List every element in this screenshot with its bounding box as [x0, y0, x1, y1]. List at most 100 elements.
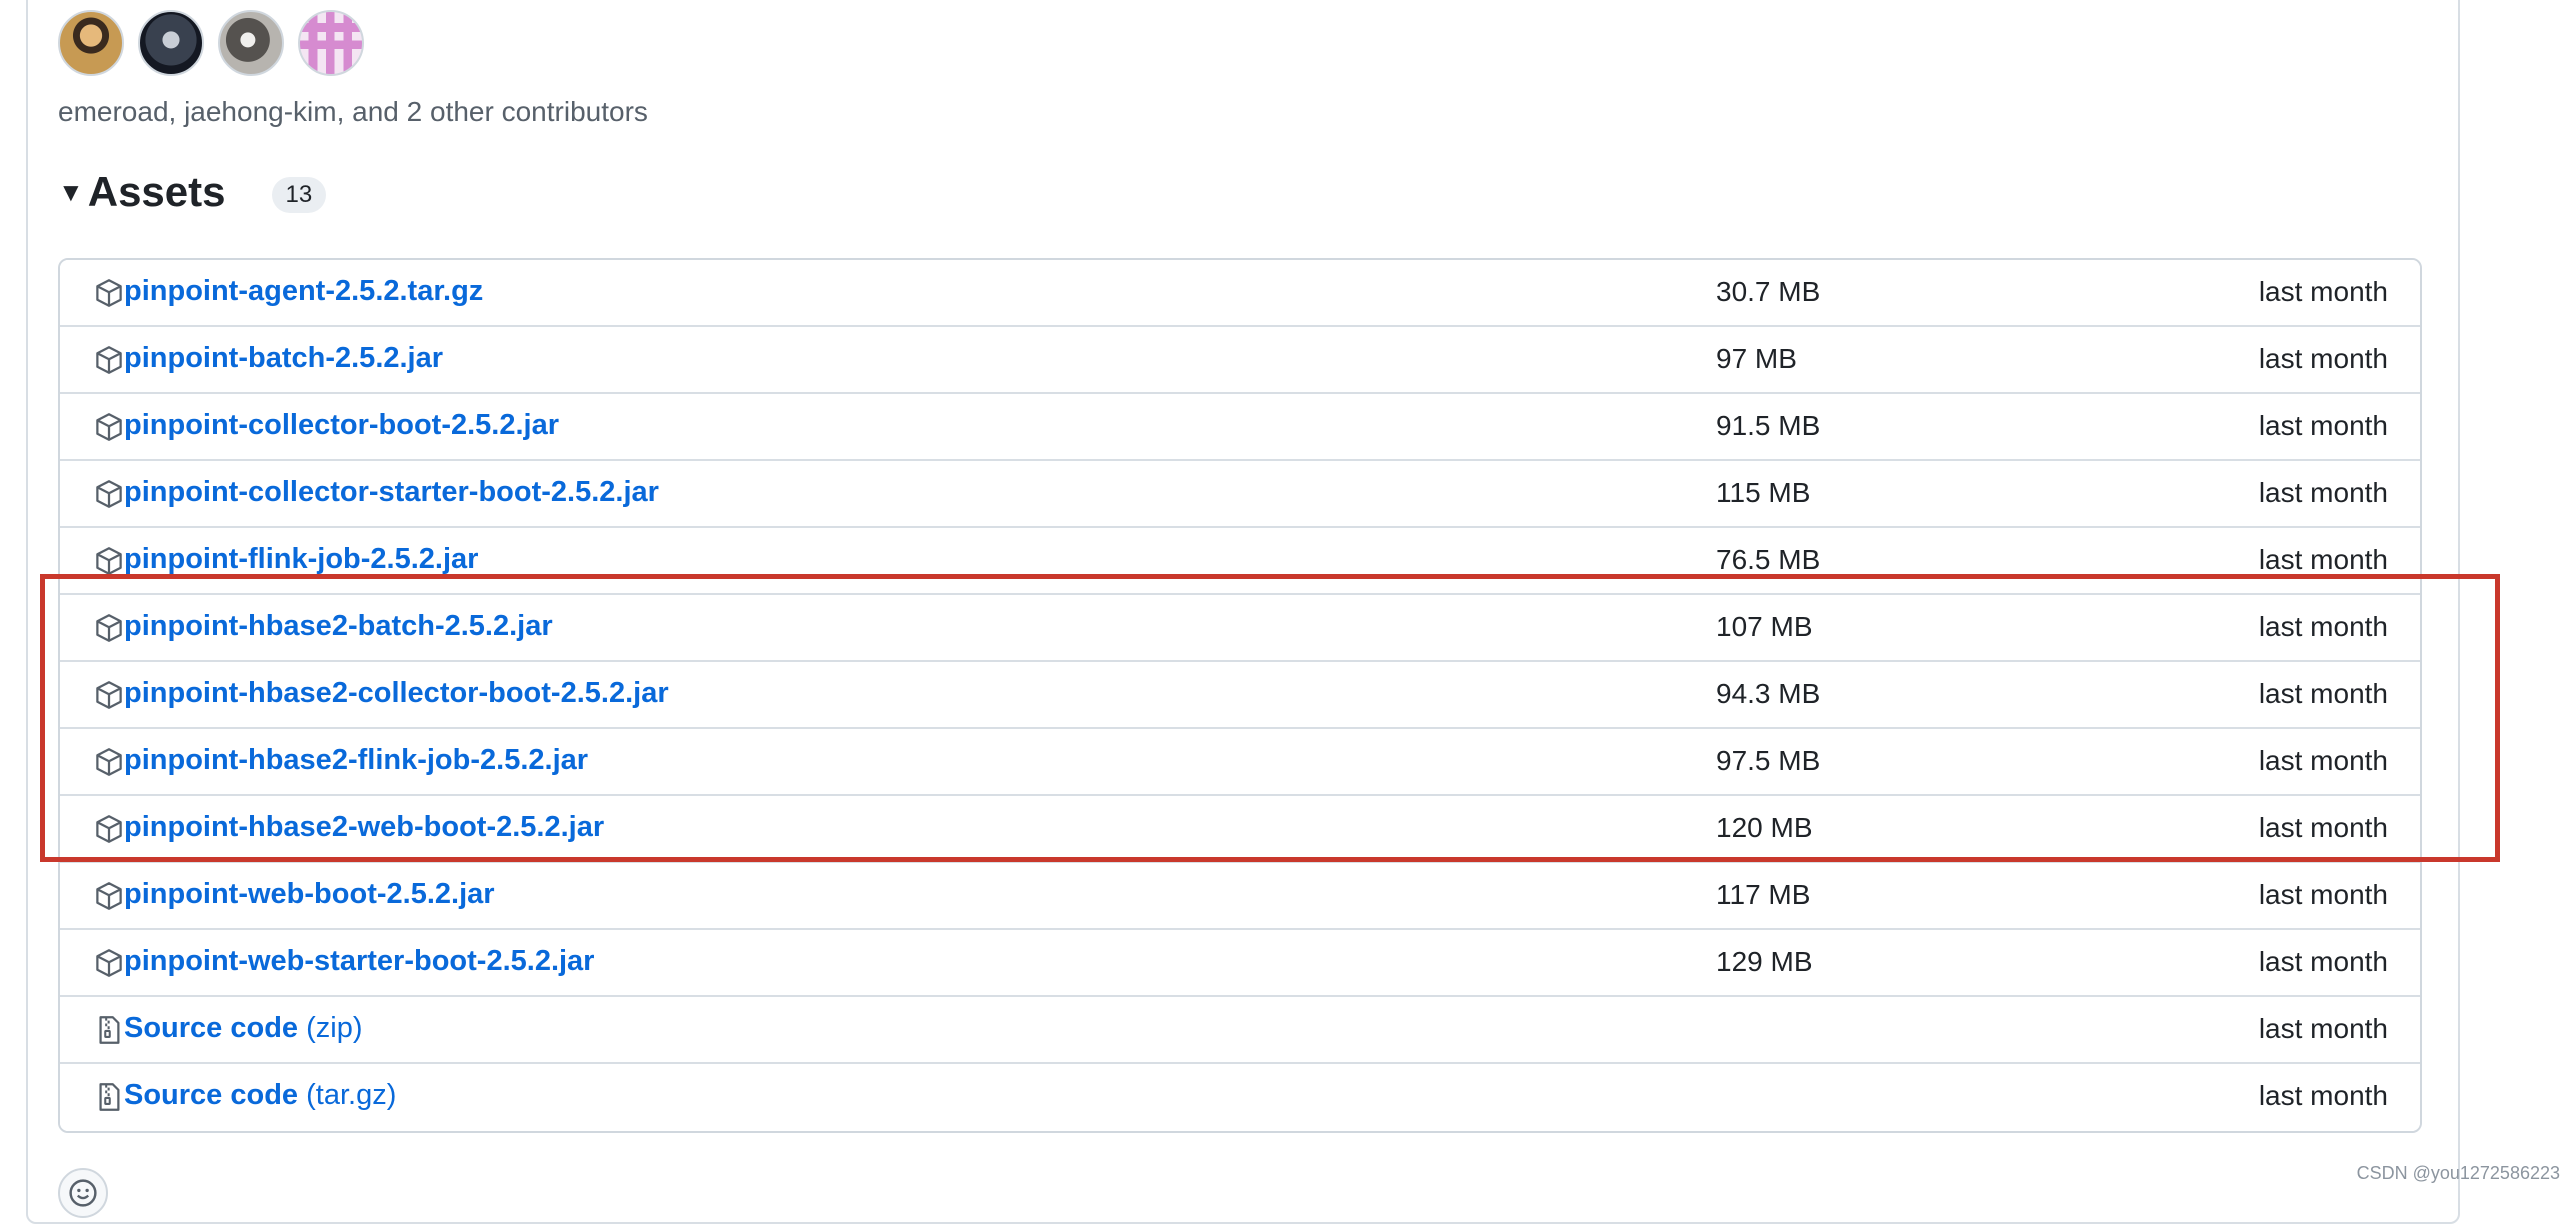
avatar[interactable] — [58, 10, 124, 76]
package-icon — [94, 479, 124, 509]
asset-row: pinpoint-web-starter-boot-2.5.2.jar 129 M… — [60, 930, 2420, 997]
asset-name: pinpoint-hbase2-flink-job-2.5.2.jar — [124, 744, 589, 776]
package-icon — [94, 948, 124, 978]
contributor-avatars — [58, 10, 364, 76]
asset-row: pinpoint-batch-2.5.2.jar 97 MB last month — [60, 327, 2420, 394]
asset-name: pinpoint-agent-2.5.2.tar.gz — [124, 275, 484, 307]
asset-row: pinpoint-hbase2-flink-job-2.5.2.jar 97.5 … — [60, 729, 2420, 796]
asset-name: pinpoint-web-starter-boot-2.5.2.jar — [124, 945, 595, 977]
asset-size: 120 MB — [1716, 812, 1813, 843]
asset-format-suffix: (tar.gz) — [298, 1079, 397, 1111]
asset-size: 129 MB — [1716, 946, 1813, 977]
asset-date: last month — [2258, 343, 2388, 374]
package-icon-svg — [96, 346, 122, 374]
avatar[interactable] — [138, 10, 204, 76]
asset-name: pinpoint-flink-job-2.5.2.jar — [124, 543, 479, 575]
caret-down-icon: ▼ — [58, 176, 84, 207]
asset-size: 97.5 MB — [1716, 745, 1821, 776]
asset-download-link[interactable]: pinpoint-web-starter-boot-2.5.2.jar — [124, 945, 594, 978]
asset-download-link[interactable]: pinpoint-agent-2.5.2.tar.gz — [124, 275, 483, 308]
package-icon — [94, 613, 124, 643]
package-icon — [94, 680, 124, 710]
package-icon — [94, 747, 124, 777]
asset-download-link[interactable]: pinpoint-batch-2.5.2.jar — [124, 342, 443, 375]
package-icon-svg — [96, 480, 122, 508]
assets-title: Assets — [87, 168, 226, 215]
asset-row: pinpoint-collector-starter-boot-2.5.2.ja… — [60, 461, 2420, 528]
asset-size: 117 MB — [1716, 879, 1811, 910]
asset-date: last month — [2258, 812, 2388, 843]
asset-download-link[interactable]: Source code (zip) — [124, 1012, 363, 1045]
asset-row: pinpoint-flink-job-2.5.2.jar 76.5 MB last … — [60, 528, 2420, 595]
package-icon-svg — [96, 614, 122, 642]
package-icon-svg — [96, 413, 122, 441]
asset-name: pinpoint-batch-2.5.2.jar — [124, 342, 444, 374]
assets-toggle[interactable]: ▼ Assets 13 — [58, 168, 327, 216]
asset-download-link[interactable]: pinpoint-web-boot-2.5.2.jar — [124, 878, 495, 911]
file-zip-icon — [94, 1015, 124, 1045]
asset-date: last month — [2258, 276, 2388, 307]
package-icon-svg — [96, 748, 122, 776]
asset-size: 115 MB — [1716, 477, 1811, 508]
asset-date: last month — [2258, 1080, 2388, 1111]
asset-date: last month — [2258, 544, 2388, 575]
asset-download-link[interactable]: pinpoint-hbase2-flink-job-2.5.2.jar — [124, 744, 588, 777]
asset-name: pinpoint-collector-starter-boot-2.5.2.ja… — [124, 476, 659, 508]
asset-row: Source code (zip) last month — [60, 997, 2420, 1064]
asset-format-suffix: (zip) — [298, 1012, 363, 1044]
file-zip-icon-svg — [99, 1016, 120, 1044]
asset-download-link[interactable]: pinpoint-hbase2-collector-boot-2.5.2.jar — [124, 677, 669, 710]
package-icon-svg — [96, 949, 122, 977]
asset-row: Source code (tar.gz) last month — [60, 1064, 2420, 1131]
asset-row: pinpoint-hbase2-batch-2.5.2.jar 107 MB las… — [60, 595, 2420, 662]
asset-date: last month — [2258, 879, 2388, 910]
package-icon — [94, 345, 124, 375]
asset-date: last month — [2258, 745, 2388, 776]
package-icon-svg — [96, 815, 122, 843]
package-icon — [94, 814, 124, 844]
asset-download-link[interactable]: pinpoint-hbase2-batch-2.5.2.jar — [124, 610, 553, 643]
assets-list: pinpoint-agent-2.5.2.tar.gz 30.7 MB last m… — [58, 258, 2422, 1133]
asset-name: pinpoint-hbase2-web-boot-2.5.2.jar — [124, 811, 605, 843]
asset-name: Source code — [124, 1079, 299, 1111]
asset-row: pinpoint-hbase2-collector-boot-2.5.2.jar… — [60, 662, 2420, 729]
asset-name: pinpoint-web-boot-2.5.2.jar — [124, 878, 495, 910]
asset-download-link[interactable]: pinpoint-hbase2-web-boot-2.5.2.jar — [124, 811, 604, 844]
package-icon-svg — [96, 547, 122, 575]
asset-size: 91.5 MB — [1716, 410, 1821, 441]
asset-size: 30.7 MB — [1716, 276, 1821, 307]
package-icon — [94, 278, 124, 308]
add-reaction-button[interactable] — [58, 1168, 108, 1218]
asset-date: last month — [2258, 477, 2388, 508]
package-icon-svg — [96, 681, 122, 709]
package-icon-svg — [96, 279, 122, 307]
package-icon — [94, 546, 124, 576]
asset-size: 76.5 MB — [1716, 544, 1821, 575]
package-icon — [94, 412, 124, 442]
asset-size: 94.3 MB — [1716, 678, 1821, 709]
smiley-icon — [69, 1179, 97, 1207]
asset-download-link[interactable]: Source code (tar.gz) — [124, 1079, 396, 1112]
package-icon-svg — [96, 882, 122, 910]
package-icon — [94, 881, 124, 911]
asset-date: last month — [2258, 611, 2388, 642]
asset-name: Source code — [124, 1012, 299, 1044]
asset-row: pinpoint-hbase2-web-boot-2.5.2.jar 120 MB… — [60, 796, 2420, 863]
asset-size: 97 MB — [1716, 343, 1797, 374]
asset-download-link[interactable]: pinpoint-collector-boot-2.5.2.jar — [124, 409, 559, 442]
asset-download-link[interactable]: pinpoint-collector-starter-boot-2.5.2.ja… — [124, 476, 659, 509]
contributors-text: emeroad, jaehong-kim, and 2 other contri… — [58, 96, 648, 127]
asset-download-link[interactable]: pinpoint-flink-job-2.5.2.jar — [124, 543, 478, 576]
asset-date: last month — [2258, 410, 2388, 441]
watermark: CSDN @you1272586223 — [2356, 1163, 2560, 1183]
asset-date: last month — [2258, 1013, 2388, 1044]
asset-row: pinpoint-agent-2.5.2.tar.gz 30.7 MB last m… — [60, 260, 2420, 327]
asset-date: last month — [2258, 946, 2388, 977]
asset-size: 107 MB — [1716, 611, 1813, 642]
assets-count-badge: 13 — [271, 177, 327, 213]
file-zip-icon-svg — [99, 1083, 120, 1111]
asset-name: pinpoint-hbase2-batch-2.5.2.jar — [124, 610, 553, 642]
asset-row: pinpoint-collector-boot-2.5.2.jar 91.5 MB… — [60, 394, 2420, 461]
avatar[interactable] — [298, 10, 364, 76]
avatar[interactable] — [218, 10, 284, 76]
